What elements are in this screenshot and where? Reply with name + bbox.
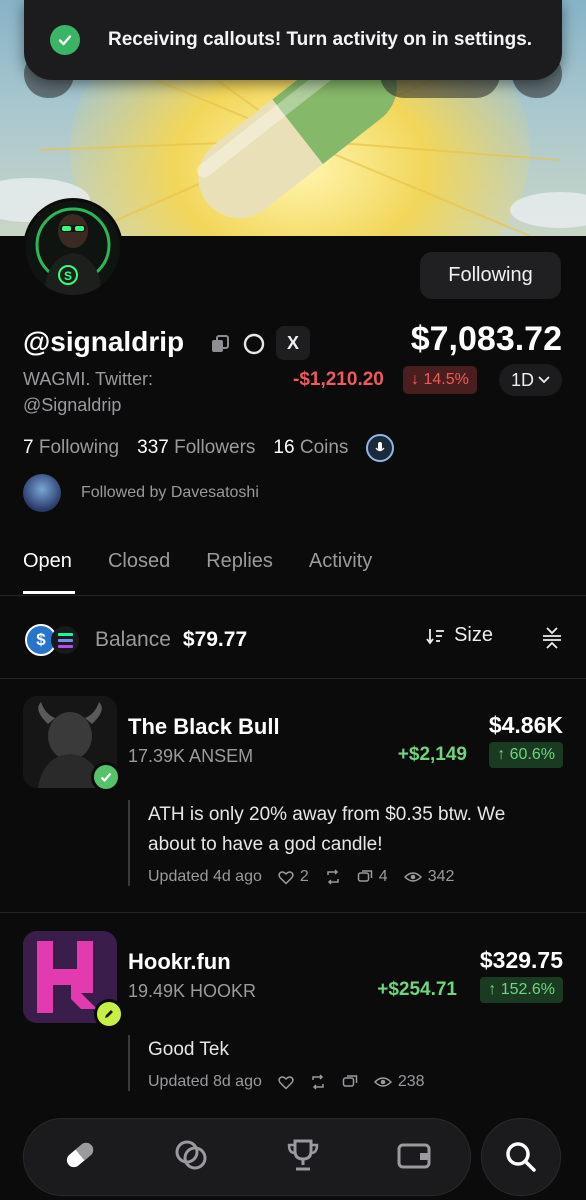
- followed-by[interactable]: Followed by Davesatoshi: [23, 474, 259, 512]
- position-card[interactable]: Hookr.fun 19.49K HOOKR $329.75 +$254.71 …: [23, 931, 563, 1111]
- profile-stats: 7 Following 337 Followers 16 Coins: [23, 434, 395, 462]
- position-value: $4.86K: [488, 712, 563, 738]
- change-percent-badge: ↓ 14.5%: [403, 366, 477, 394]
- verified-icon: [91, 762, 121, 792]
- toast-notification[interactable]: Receiving callouts! Turn activity on in …: [24, 0, 562, 80]
- chevron-down-icon: [538, 376, 550, 384]
- updated-time: Updated 4d ago: [148, 868, 262, 885]
- position-quantity: 19.49K HOOKR: [128, 981, 257, 1001]
- tab-open[interactable]: Open: [23, 550, 72, 573]
- nav-trophy-icon[interactable]: [285, 1137, 321, 1178]
- svg-text:S: S: [64, 269, 72, 283]
- avatar[interactable]: S: [23, 198, 123, 298]
- active-tab-indicator: [23, 591, 75, 594]
- x-twitter-icon[interactable]: X: [276, 326, 310, 360]
- portfolio-value: $7,083.72: [410, 320, 562, 358]
- followers-label: Followers: [174, 437, 256, 458]
- following-button[interactable]: Following: [420, 252, 561, 299]
- position-name: The Black Bull: [128, 714, 280, 739]
- position-percent-badge: ↑ 152.6%: [480, 977, 563, 1003]
- nav-pill-icon[interactable]: [62, 1137, 98, 1178]
- usdc-symbol: $: [36, 630, 46, 649]
- sort-label: Size: [454, 624, 493, 646]
- pencil-icon: [94, 999, 124, 1029]
- callout-quote[interactable]: ATH is only 20% away from $0.35 btw. We …: [128, 800, 558, 886]
- callout-text: ATH is only 20% away from $0.35 btw. We …: [148, 804, 506, 855]
- position-percent-badge: ↑ 60.6%: [489, 742, 563, 768]
- bottom-nav: [23, 1118, 471, 1196]
- sort-button[interactable]: Size: [426, 624, 493, 647]
- position-name: Hookr.fun: [128, 949, 231, 974]
- repost-icon: [312, 1074, 324, 1090]
- search-button[interactable]: [481, 1118, 561, 1196]
- divider: [0, 595, 586, 596]
- github-icon[interactable]: [241, 331, 267, 357]
- like-button[interactable]: [278, 1075, 294, 1090]
- collapse-icon[interactable]: [541, 626, 563, 655]
- callout-text: Good Tek: [148, 1039, 229, 1060]
- position-value: $329.75: [479, 947, 563, 973]
- comment-count: 4: [378, 868, 388, 885]
- balance-row: $ Balance $79.77 Size: [25, 622, 563, 658]
- coins-label: Coins: [299, 437, 349, 458]
- microphone-icon[interactable]: [366, 434, 395, 462]
- tab-activity[interactable]: Activity: [309, 550, 372, 573]
- repost-button[interactable]: [310, 1074, 326, 1090]
- following-label: Following: [38, 437, 120, 458]
- views-stat: 238: [373, 1073, 425, 1091]
- callout-meta: Updated 4d ago 2 4 342: [148, 868, 558, 886]
- eye-icon: [403, 872, 422, 882]
- callout-quote[interactable]: Good Tek Updated 8d ago 238: [128, 1035, 558, 1091]
- followed-by-text: Followed by Davesatoshi: [81, 484, 259, 501]
- like-count: 2: [299, 868, 309, 885]
- balance-label: Balance: [95, 628, 171, 651]
- x-label: X: [286, 332, 299, 353]
- like-button[interactable]: 2: [278, 868, 309, 886]
- toast-text: Receiving callouts! Turn activity on in …: [108, 29, 533, 50]
- position-gain: +$2,149: [397, 744, 467, 765]
- tab-replies[interactable]: Replies: [206, 550, 273, 573]
- following-stat[interactable]: 7 Following: [23, 437, 119, 459]
- check-icon: [50, 25, 80, 55]
- tab-closed[interactable]: Closed: [108, 550, 170, 573]
- nav-coins-icon[interactable]: [173, 1137, 209, 1178]
- divider: [0, 912, 586, 913]
- search-icon: [506, 1142, 536, 1172]
- position-quantity: 17.39K ANSEM: [128, 746, 254, 766]
- coins-stat[interactable]: 16 Coins: [273, 437, 348, 459]
- coins-count: 16: [273, 437, 295, 458]
- comment-button[interactable]: 4: [357, 868, 388, 886]
- heart-icon: [278, 1075, 294, 1090]
- views-stat: 342: [403, 868, 455, 886]
- comment-icon: [342, 1075, 358, 1087]
- followers-stat[interactable]: 337 Followers: [137, 437, 255, 459]
- callout-meta: Updated 8d ago 238: [148, 1073, 558, 1091]
- solana-icon: [51, 626, 79, 654]
- change-value: -$1,210.20: [293, 369, 384, 390]
- updated-time: Updated 8d ago: [148, 1073, 262, 1090]
- sort-icon: [426, 628, 445, 644]
- divider: [0, 678, 586, 679]
- profile-tabs: Open Closed Replies Activity: [23, 550, 372, 573]
- range-selector[interactable]: 1D: [499, 364, 562, 396]
- follower-avatar: [23, 474, 61, 512]
- eye-icon: [373, 1077, 392, 1087]
- nav-wallet-icon[interactable]: [396, 1137, 432, 1178]
- repost-button[interactable]: [325, 869, 341, 885]
- range-label: 1D: [510, 369, 534, 390]
- profile-bio: WAGMI. Twitter: @Signaldrip: [23, 369, 154, 415]
- comment-button[interactable]: [342, 1074, 358, 1090]
- repost-icon: [327, 869, 339, 885]
- following-count: 7: [23, 437, 34, 458]
- heart-icon: [278, 870, 294, 885]
- position-card[interactable]: The Black Bull 17.39K ANSEM $4.86K +$2,1…: [23, 696, 563, 906]
- comment-icon: [357, 870, 373, 882]
- balance-value: $79.77: [182, 628, 248, 651]
- view-count: 342: [427, 868, 455, 885]
- followers-count: 337: [137, 437, 169, 458]
- view-count: 238: [397, 1073, 425, 1090]
- copy-icon[interactable]: [207, 331, 233, 357]
- profile-handle: @signaldrip: [23, 326, 185, 357]
- position-gain: +$254.71: [377, 979, 457, 1000]
